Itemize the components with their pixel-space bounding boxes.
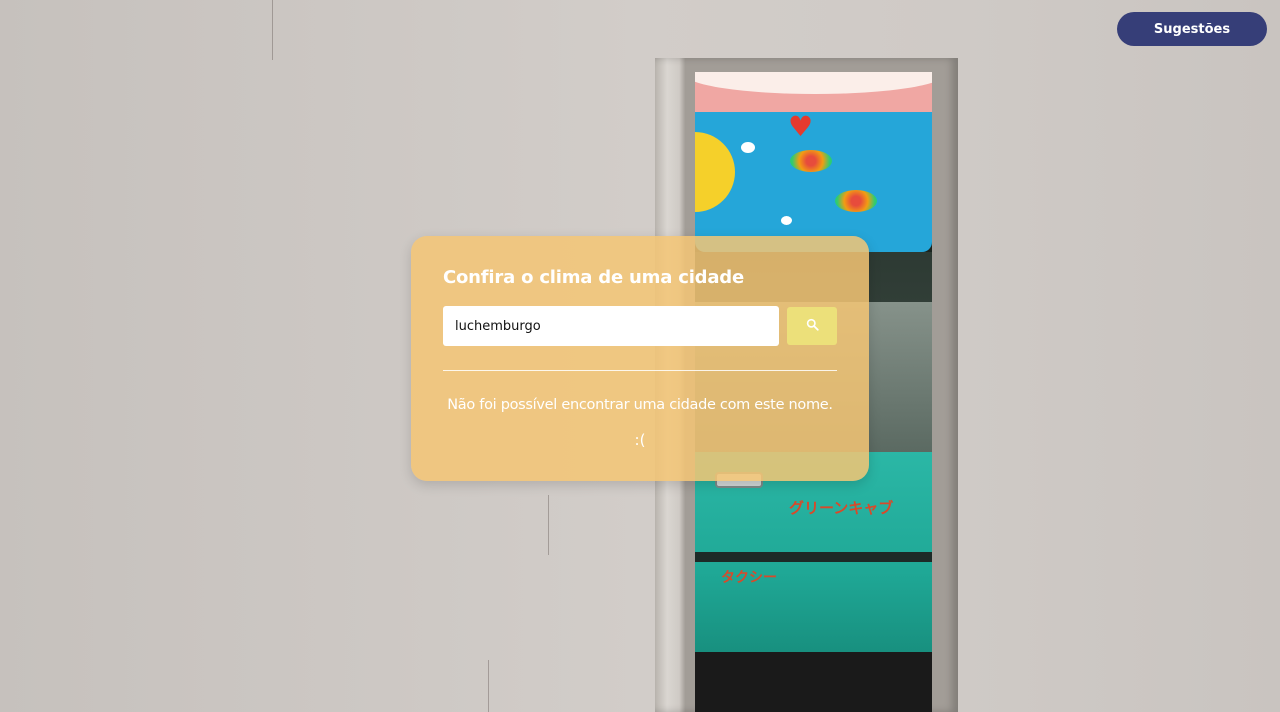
card-title: Confira o clima de uma cidade	[443, 267, 744, 288]
car-text-2: タクシー	[721, 570, 777, 586]
divider	[443, 370, 837, 371]
fish-icon	[835, 190, 877, 212]
mural-dot	[781, 216, 792, 225]
city-search-input[interactable]	[443, 306, 779, 346]
suggestions-button[interactable]: Sugestões	[1117, 12, 1267, 46]
wall-crack	[548, 495, 549, 555]
car-text-1: グリーンキャブ	[789, 499, 894, 517]
fish-icon	[790, 150, 832, 172]
heart-icon: ♥	[788, 110, 814, 143]
road	[695, 652, 932, 712]
search-button[interactable]	[787, 307, 837, 345]
wall-crack	[272, 0, 273, 60]
search-icon	[806, 318, 819, 334]
sad-face: :(	[634, 431, 646, 449]
weather-search-card: Confira o clima de uma cidade Não foi po…	[411, 236, 869, 481]
search-row	[443, 306, 837, 346]
wall-crack	[488, 660, 489, 712]
car-stripe	[695, 552, 932, 562]
error-message: Não foi possível encontrar uma cidade co…	[447, 397, 833, 413]
mural-dot	[741, 142, 755, 153]
